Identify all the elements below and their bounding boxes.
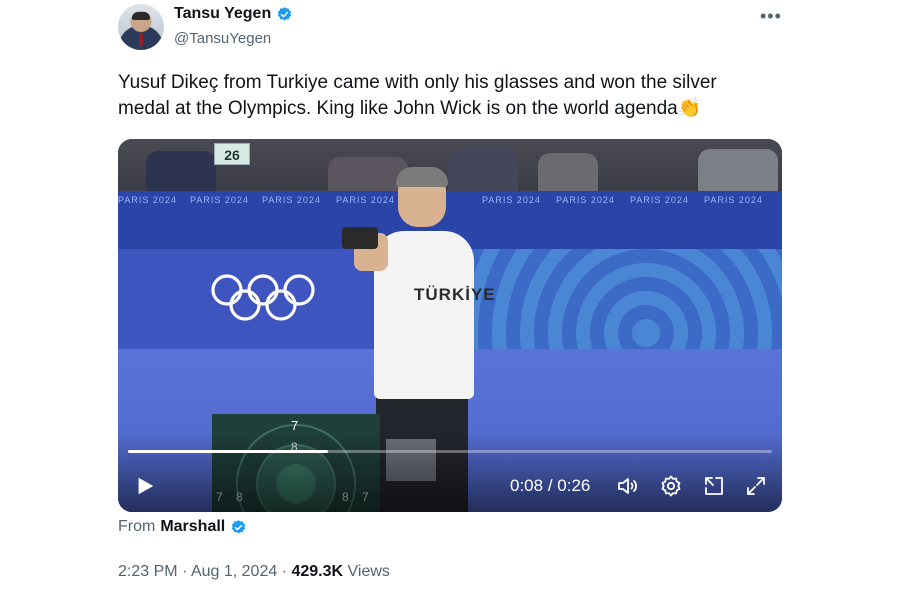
attribution-source[interactable]: Marshall [160,518,225,536]
target-number: 7 [291,418,299,433]
verified-badge-icon [277,6,292,21]
tweet-date[interactable]: Aug 1, 2024 [191,563,277,580]
video-attribution: From Marshall [118,518,247,536]
clapping-hands-emoji-icon: 👏 [677,98,702,119]
attribution-prefix: From [118,518,156,535]
video-time: 0:08 / 0:26 [510,476,590,496]
olympic-rings-icon [211,274,315,321]
banner-text: PARIS 2024 [262,195,321,205]
settings-icon[interactable] [659,474,683,498]
meta-dot: · [177,563,191,580]
time-separator: / [543,476,558,495]
fullscreen-icon[interactable] [744,474,768,498]
avatar[interactable] [118,4,164,50]
video-progress-bar[interactable] [128,450,772,453]
tweet-text-line-1: Yusuf Dikeç from Turkiye came with only … [118,72,717,93]
pistol [342,227,378,249]
tweet-time[interactable]: 2:23 PM [118,563,178,580]
play-icon[interactable] [134,475,156,497]
tweet: Tansu Yegen @TansuYegen ••• Yusuf Dikeç … [0,0,900,600]
verified-badge-icon [232,519,246,534]
author-handle[interactable]: @TansuYegen [174,30,271,47]
current-time: 0:08 [510,476,544,495]
shirt-text: TÜRKİYE [414,285,496,304]
banner-text: PARIS 2024 [482,195,541,205]
banner-text: PARIS 2024 [704,195,763,205]
banner-text: PARIS 2024 [630,195,689,205]
video-player[interactable]: 26 PARIS 2024 PARIS 2024 PARIS 2024 PARI… [118,139,782,512]
banner-text: PARIS 2024 [336,195,395,205]
banner-text: PARIS 2024 [556,195,615,205]
shooter-shirt [374,231,474,399]
author-name-row: Tansu Yegen [174,5,293,23]
video-progress-fill [128,450,328,453]
pip-icon[interactable] [702,474,726,498]
tweet-text-line-2-text: medal at the Olympics. King like John Wi… [118,98,678,119]
tweet-text-line-2: medal at the Olympics. King like John Wi… [118,96,788,122]
volume-icon[interactable] [616,474,640,498]
banner-text: PARIS 2024 [118,195,177,205]
views-count: 429.3K [291,563,344,580]
tweet-meta: 2:23 PM · Aug 1, 2024 · 429.3K Views [118,563,390,581]
duration: 0:26 [557,476,591,495]
more-options-icon[interactable]: ••• [760,6,782,27]
meta-dot: · [277,563,292,580]
scoreboard: 26 [214,143,250,165]
shooter-hair [396,167,448,187]
views-label: Views [347,563,390,580]
banner-text: PARIS 2024 [190,195,249,205]
tweet-text: Yusuf Dikeç from Turkiye came with only … [118,70,788,122]
controls-overlay [118,432,782,512]
avatar-tie [139,34,143,46]
avatar-hair [132,12,150,20]
author-name[interactable]: Tansu Yegen [174,5,271,23]
